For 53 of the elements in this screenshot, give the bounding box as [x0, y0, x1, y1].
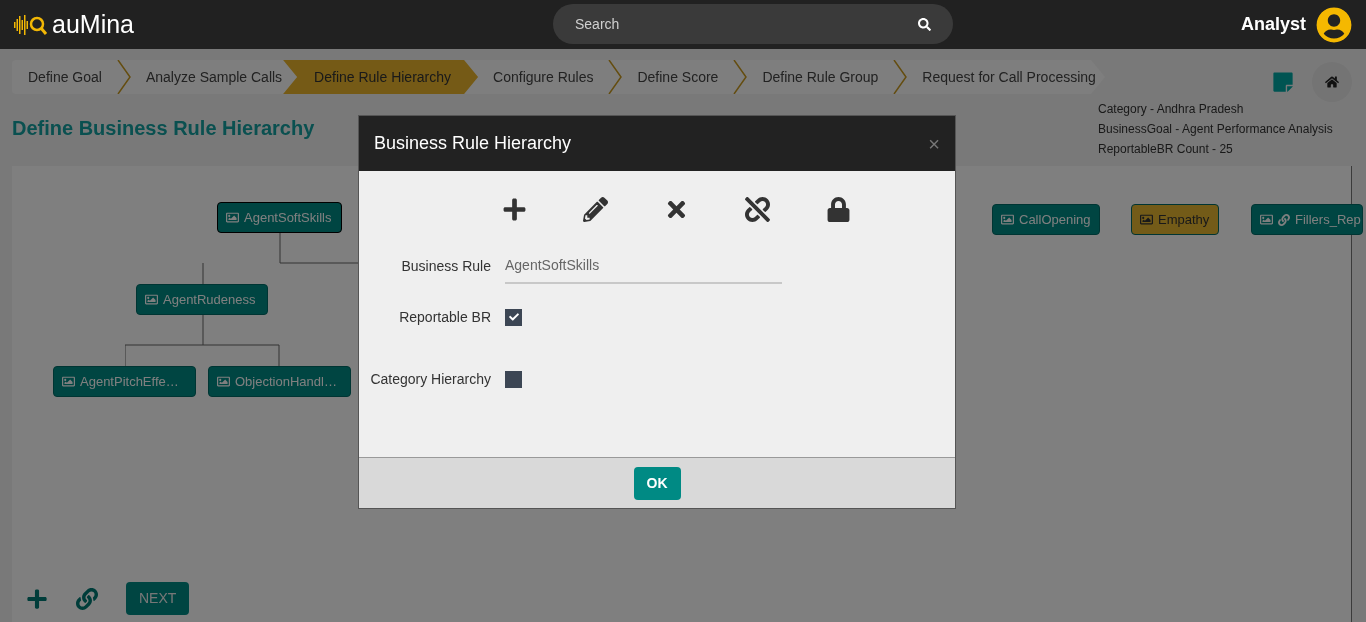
chevron-icon — [893, 60, 908, 94]
checkbox[interactable] — [505, 370, 522, 388]
search-icon[interactable] — [918, 17, 931, 31]
logo-text: auMina — [52, 12, 134, 37]
next-button[interactable]: NEXT — [126, 582, 190, 615]
close-button[interactable]: × — [928, 133, 940, 154]
info-text: BusinessGoal - Agent Performance Analysis — [1098, 121, 1334, 138]
image-icon — [1260, 213, 1273, 226]
info-text: ReportableBR Count - 25 — [1098, 141, 1234, 158]
home-button[interactable] — [1312, 62, 1352, 102]
breadcrumb-step[interactable]: Define Rule Hierarchy — [283, 60, 479, 94]
breadcrumb-step[interactable]: Define Rule Group — [747, 60, 894, 94]
breadcrumb-step[interactable]: Define Goal — [13, 60, 117, 94]
user-name: Analyst — [1240, 13, 1306, 36]
image-icon — [226, 211, 239, 224]
tree-node[interactable]: AgentRudeness — [136, 284, 268, 315]
image-icon — [1140, 213, 1153, 226]
tree-node[interactable]: ObjectionHandl… — [208, 366, 351, 397]
logo-icon — [14, 12, 48, 37]
chevron-icon — [608, 60, 623, 94]
field-label: Business Rule — [400, 256, 492, 276]
ok-button[interactable]: OK — [633, 466, 681, 500]
avatar-icon[interactable] — [1316, 6, 1352, 43]
tree-node[interactable]: Empathy — [1131, 204, 1219, 235]
breadcrumb-step[interactable]: Define Score — [622, 60, 734, 94]
tree-node[interactable]: AgentPitchEffe… — [53, 366, 196, 397]
chevron-icon — [116, 60, 131, 94]
image-icon — [1001, 213, 1014, 226]
check-icon — [508, 312, 519, 322]
field-label: Category Hierarchy — [369, 369, 492, 389]
tree-node[interactable]: Fillers_Rep — [1251, 204, 1363, 235]
image-icon — [62, 375, 75, 388]
info-text: Category - Andhra Pradesh — [1098, 101, 1245, 118]
page-title: Define Business Rule Hierarchy — [12, 116, 315, 141]
checkbox[interactable] — [505, 308, 522, 326]
search-field[interactable]: Search — [553, 4, 953, 44]
business-rule-field[interactable]: AgentSoftSkills — [505, 248, 782, 284]
unlink-icon[interactable] — [744, 197, 770, 222]
home-icon — [1325, 75, 1339, 89]
chevron-icon — [733, 60, 748, 94]
tree-node[interactable]: CallOpening — [992, 204, 1100, 235]
pencil-icon[interactable] — [582, 197, 608, 222]
add-icon[interactable] — [501, 197, 527, 222]
lock-icon[interactable] — [825, 197, 851, 222]
field-label: Reportable BR — [398, 307, 492, 327]
connector-line — [202, 262, 204, 285]
breadcrumb-step[interactable]: Configure Rules — [478, 60, 609, 94]
image-icon — [217, 375, 230, 388]
tree-node[interactable]: AgentSoftSkills — [217, 202, 342, 233]
image-icon — [145, 293, 158, 306]
modal-title: Business Rule Hierarchy — [374, 132, 572, 155]
link-icon[interactable] — [76, 587, 98, 610]
breadcrumb-step[interactable]: Request for Call Processing — [907, 60, 1111, 94]
